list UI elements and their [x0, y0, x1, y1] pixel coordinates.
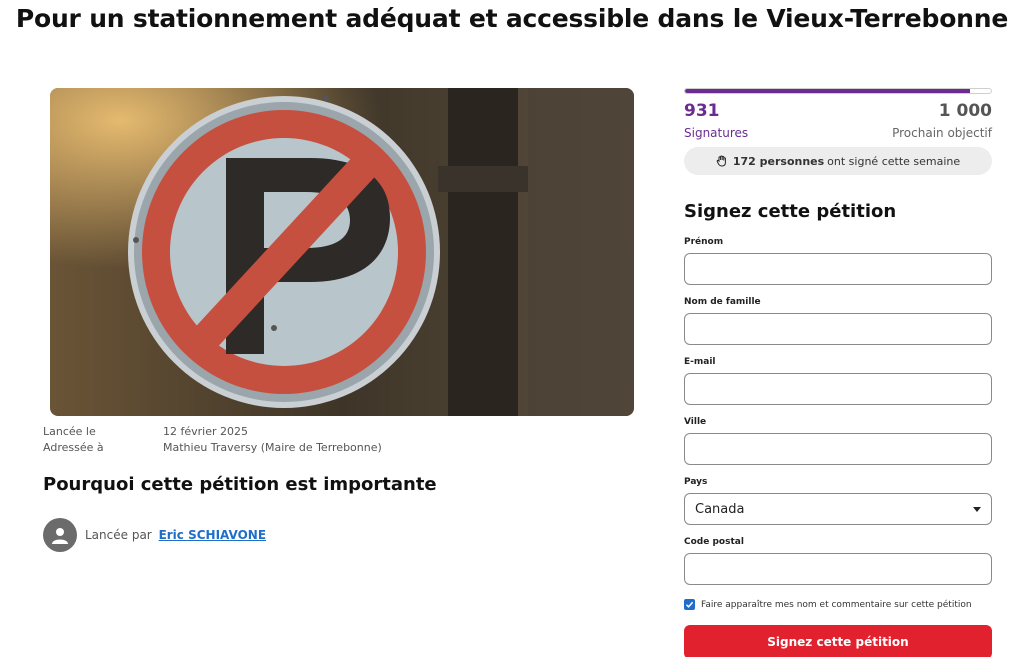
- weekly-signers-badge: 172 personnes ont signé cette semaine: [684, 147, 992, 175]
- country-select[interactable]: Canada: [684, 493, 992, 525]
- city-input[interactable]: [684, 433, 992, 465]
- author-info: Lancée par Eric SCHIAVONE: [43, 518, 266, 552]
- weekly-count: 172 personnes: [732, 154, 825, 168]
- author-prefix: Lancée par: [85, 528, 152, 542]
- city-label: Ville: [684, 417, 707, 427]
- sign-petition-button[interactable]: Signez cette pétition: [684, 625, 992, 657]
- petition-details: Lancée le 12 février 2025 Adressée à Mat…: [43, 424, 382, 456]
- last-name-label: Nom de famille: [684, 297, 761, 307]
- avatar: [43, 518, 77, 552]
- email-label: E-mail: [684, 357, 716, 367]
- consent-text: Faire apparaître mes nom et commentaire …: [701, 599, 972, 610]
- form-title: Signez cette pétition: [684, 201, 897, 222]
- country-value: Canada: [695, 501, 745, 517]
- last-name-input[interactable]: [684, 313, 992, 345]
- signatures-label: Signatures: [684, 126, 749, 140]
- check-icon: [685, 601, 694, 608]
- addressed-to: Mathieu Traversy (Maire de Terrebonne): [163, 441, 382, 454]
- author-link[interactable]: Eric SCHIAVONE: [159, 528, 266, 542]
- chevron-down-icon: [973, 506, 981, 512]
- weekly-text: ont signé cette semaine: [827, 154, 961, 168]
- progress-bar: [684, 88, 992, 94]
- postal-code-label: Code postal: [684, 537, 744, 547]
- consent-checkbox[interactable]: [684, 599, 695, 610]
- consent-row: Faire apparaître mes nom et commentaire …: [684, 599, 992, 610]
- sidebar: 931 1 000 Signatures Prochain objectif 1…: [684, 88, 992, 657]
- country-label: Pays: [684, 477, 708, 487]
- signature-count: 931: [684, 101, 720, 121]
- page-title: Pour un stationnement adéquat et accessi…: [15, 4, 1009, 33]
- launched-date: 12 février 2025: [163, 425, 249, 438]
- goal-count: 1 000: [938, 101, 992, 121]
- postal-code-input[interactable]: [684, 553, 992, 585]
- petition-image: [50, 88, 634, 416]
- email-input[interactable]: [684, 373, 992, 405]
- first-name-input[interactable]: [684, 253, 992, 285]
- goal-label: Prochain objectif: [892, 126, 992, 140]
- progress-fill: [685, 89, 970, 93]
- why-heading: Pourquoi cette pétition est importante: [43, 474, 437, 495]
- addressed-label: Adressée à: [43, 441, 104, 454]
- hand-icon: [716, 155, 726, 167]
- first-name-label: Prénom: [684, 237, 724, 247]
- user-icon: [52, 528, 68, 544]
- launched-label: Lancée le: [43, 425, 96, 438]
